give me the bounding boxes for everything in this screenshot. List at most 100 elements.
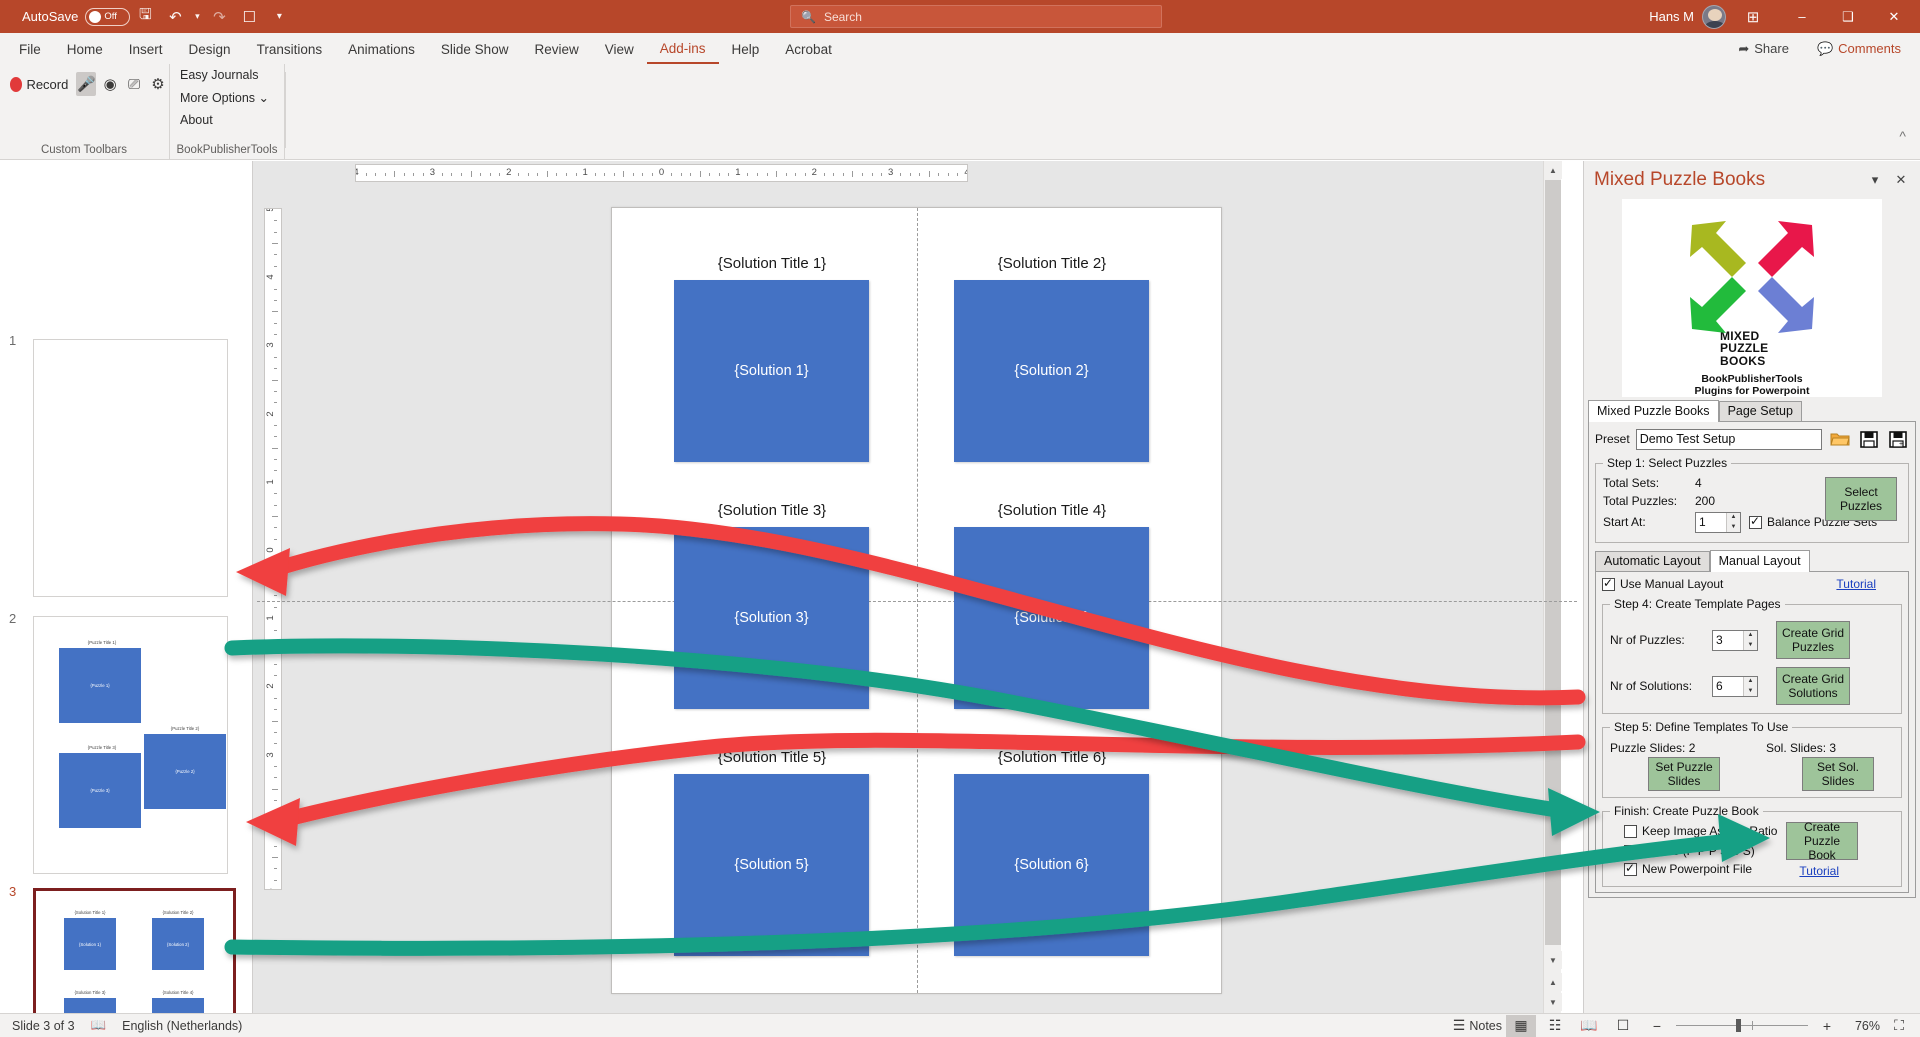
new-powerpoint-file-checkbox[interactable]: New Powerpoint File [1624, 861, 1752, 876]
scrollbar-thumb[interactable] [1545, 180, 1561, 945]
tab-manual-layout[interactable]: Manual Layout [1709, 550, 1810, 572]
collate-checkbox[interactable]: Collate (P P P S S S) [1624, 843, 1755, 858]
thumbnail-canvas-2[interactable]: {Puzzle Title 1} {Puzzle 1} {Puzzle Titl… [33, 616, 228, 874]
save-as-icon[interactable]: + [1886, 428, 1909, 450]
menu-about[interactable]: About [170, 109, 284, 131]
zoom-level[interactable]: 76% [1846, 1019, 1880, 1033]
start-at-stepper[interactable]: 1 ▲ ▼ [1695, 511, 1741, 533]
tab-view[interactable]: View [592, 36, 647, 63]
slide-shape-6[interactable]: {Solution 6} [954, 774, 1149, 956]
slide-sorter-icon[interactable]: ☷ [1540, 1015, 1570, 1037]
nr-puzzles-spin-arrows[interactable]: ▲ ▼ [1743, 630, 1757, 650]
nr-solutions-spin-arrows[interactable]: ▲ ▼ [1743, 676, 1757, 696]
minimize-button[interactable]: – [1780, 0, 1824, 33]
set-sol-slides-button[interactable]: Set Sol. Slides [1802, 757, 1874, 791]
slide-shape-4[interactable]: {Solution 4} [954, 527, 1149, 709]
next-slide-icon[interactable]: ▼ [1544, 993, 1562, 1011]
chevron-down-icon[interactable]: ▾ [1862, 167, 1888, 193]
slide-canvas[interactable]: {Solution Title 1} {Solution 1} {Solutio… [257, 207, 1577, 994]
microphone-icon[interactable]: 🎤 [76, 72, 97, 96]
slide-title-5[interactable]: {Solution Title 5} [652, 749, 892, 766]
menu-easy-journals[interactable]: Easy Journals [170, 64, 284, 86]
collapse-ribbon-icon[interactable]: ^ [1899, 128, 1906, 144]
camera-icon[interactable]: ◉ [100, 72, 120, 96]
finish-tutorial-link[interactable]: Tutorial [1799, 864, 1839, 878]
menu-more-options[interactable]: More Options ⌄ [170, 86, 284, 109]
record-dot-icon[interactable] [10, 76, 23, 92]
user-name[interactable]: Hans M [1649, 9, 1694, 24]
thumbnail-canvas-1[interactable] [33, 339, 228, 597]
preset-input[interactable]: Demo Test Setup [1635, 428, 1822, 450]
slide-thumbnail-pane[interactable]: 1 2 {Puzzle Title 1} {Puzzle 1} {Puzzle … [0, 161, 253, 1037]
checkbox-box[interactable] [1624, 824, 1637, 838]
zoom-out-icon[interactable]: − [1642, 1015, 1672, 1037]
normal-view-icon[interactable]: ▦ [1506, 1014, 1536, 1037]
spin-up-icon[interactable]: ▲ [1744, 631, 1757, 641]
tab-page-setup[interactable]: Page Setup [1718, 401, 1802, 421]
use-manual-layout-checkbox[interactable]: Use Manual Layout [1602, 576, 1723, 591]
slide-counter[interactable]: Slide 3 of 3 [12, 1019, 75, 1033]
slide-title-6[interactable]: {Solution Title 6} [932, 749, 1172, 766]
zoom-slider[interactable] [1676, 1015, 1808, 1037]
slide-shape-2[interactable]: {Solution 2} [954, 280, 1149, 462]
spin-up-icon[interactable]: ▲ [1727, 513, 1740, 523]
spin-down-icon[interactable]: ▼ [1727, 522, 1740, 532]
slide-title-2[interactable]: {Solution Title 2} [932, 255, 1172, 272]
tab-file[interactable]: File [6, 36, 54, 63]
present-icon[interactable]: ☐ [234, 3, 264, 31]
nr-of-puzzles-stepper[interactable]: 3 ▲ ▼ [1712, 629, 1758, 651]
search-box[interactable]: 🔍 Search [790, 5, 1162, 28]
nr-of-solutions-value[interactable]: 6 [1713, 677, 1743, 696]
slide-title-3[interactable]: {Solution Title 3} [652, 502, 892, 519]
slide-shape-3[interactable]: {Solution 3} [674, 527, 869, 709]
undo-dropdown-icon[interactable]: ▾ [190, 3, 204, 31]
tab-acrobat[interactable]: Acrobat [772, 36, 845, 63]
checkbox-box[interactable] [1624, 843, 1637, 858]
avatar[interactable] [1702, 4, 1726, 29]
zoom-slider-handle[interactable] [1736, 1019, 1741, 1032]
keep-aspect-ratio-checkbox[interactable]: Keep Image Aspect Ratio [1624, 824, 1777, 838]
fit-slide-icon[interactable]: ⛶ [1884, 1015, 1914, 1037]
undo-icon[interactable]: ↶ [160, 3, 190, 31]
open-folder-icon[interactable] [1828, 428, 1851, 450]
manual-tutorial-link[interactable]: Tutorial [1836, 577, 1876, 591]
language-label[interactable]: English (Netherlands) [122, 1019, 242, 1033]
save-icon[interactable]: 🖫 [130, 3, 160, 31]
nr-of-solutions-stepper[interactable]: 6 ▲ ▼ [1712, 675, 1758, 697]
slide-title-1[interactable]: {Solution Title 1} [652, 255, 892, 272]
tab-review[interactable]: Review [521, 36, 591, 63]
search-input[interactable]: Search [824, 10, 862, 24]
create-puzzle-book-button[interactable]: Create Puzzle Book [1786, 820, 1858, 862]
checkbox-box[interactable] [1749, 514, 1762, 529]
slide-title-4[interactable]: {Solution Title 4} [932, 502, 1172, 519]
slideshow-icon[interactable]: ☐ [1608, 1015, 1638, 1037]
autosave-toggle[interactable]: Off [85, 7, 131, 26]
previous-slide-icon[interactable]: ▲ [1544, 973, 1562, 991]
autosave-control[interactable]: AutoSave Off [22, 7, 131, 26]
scroll-up-icon[interactable]: ▲ [1544, 161, 1562, 179]
proofing-icon[interactable]: 📖 [91, 1018, 107, 1033]
spin-down-icon[interactable]: ▼ [1744, 640, 1757, 650]
scroll-down-icon[interactable]: ▼ [1544, 951, 1562, 969]
slide-shape-5[interactable]: {Solution 5} [674, 774, 869, 956]
nr-of-puzzles-value[interactable]: 3 [1713, 631, 1743, 650]
reading-view-icon[interactable]: 📖 [1574, 1015, 1604, 1037]
redo-icon[interactable]: ↷ [204, 3, 234, 31]
create-grid-puzzles-button[interactable]: Create Grid Puzzles [1776, 621, 1850, 659]
task-pane[interactable]: Mixed Puzzle Books ▾ ✕ MIXED PUZZLE BOOK… [1583, 161, 1920, 1013]
tab-insert[interactable]: Insert [116, 36, 176, 63]
tab-mixed-puzzle-books[interactable]: Mixed Puzzle Books [1588, 400, 1719, 422]
tab-automatic-layout[interactable]: Automatic Layout [1595, 551, 1710, 571]
slide-shape-1[interactable]: {Solution 1} [674, 280, 869, 462]
notes-button[interactable]: ☰ Notes [1453, 1015, 1502, 1037]
tab-slide-show[interactable]: Slide Show [428, 36, 522, 63]
share-button[interactable]: ➦ Share [1727, 36, 1800, 62]
comments-button[interactable]: 💬 Comments [1806, 36, 1912, 62]
restore-button[interactable]: ❑ [1826, 0, 1870, 33]
close-button[interactable]: ✕ [1872, 0, 1916, 33]
start-at-value[interactable]: 1 [1696, 513, 1726, 532]
spin-down-icon[interactable]: ▼ [1744, 686, 1757, 696]
record-settings-icon[interactable]: ⚙ [148, 72, 168, 96]
set-puzzle-slides-button[interactable]: Set Puzzle Slides [1648, 757, 1720, 791]
editor-vertical-scrollbar[interactable]: ▲ ▼ ▲ ▼ [1543, 161, 1562, 1013]
